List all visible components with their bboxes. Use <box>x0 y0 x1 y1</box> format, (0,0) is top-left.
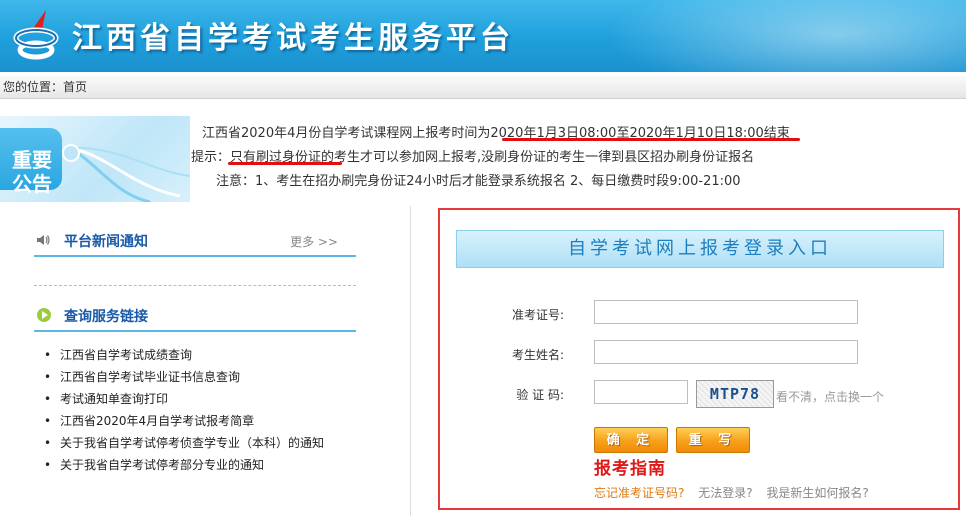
query-link[interactable]: 江西省自学考试毕业证书信息查询 <box>44 366 324 388</box>
login-panel: 自学考试网上报考登录入口 准考证号: 考生姓名: 验 证 码: MTP78 看不… <box>438 208 960 510</box>
student-name-input[interactable] <box>594 340 858 364</box>
login-help-links: 忘记准考证号码? 无法登录? 我是新生如何报名? <box>594 484 879 501</box>
query-link[interactable]: 关于我省自学考试停考侦查学专业（本科）的通知 <box>44 432 324 454</box>
column-divider <box>410 206 411 516</box>
section-divider <box>34 285 356 286</box>
exam-number-label: 准考证号: <box>511 308 564 322</box>
notice-text: 江西省2020年4月份自学考试课程网上报考时间为2020年1月3日08:00至2… <box>150 122 850 194</box>
notice-line-2-rest: 的考生才可以参加网上报考,没刷身份证的考生一律到县区招办刷身份证报名 <box>321 150 755 165</box>
captcha-image[interactable]: MTP78 <box>696 380 774 408</box>
news-section-header: 平台新闻通知 更多 >> <box>34 225 356 257</box>
breadcrumb-home-link[interactable]: 首页 <box>63 76 87 98</box>
ring-icon <box>62 144 80 162</box>
query-link[interactable]: 江西省自学考试成绩查询 <box>44 344 324 366</box>
login-title: 自学考试网上报考登录入口 <box>456 230 944 268</box>
important-notice: 重要公告 江西省2020年4月份自学考试课程网上报考时间为2020年1月3日08… <box>0 110 966 202</box>
notice-line-3: 注意：1、考生在招办刷完身份证24小时后才能登录系统报名 2、每日缴费时段9:0… <box>216 174 741 189</box>
speaker-icon <box>37 235 50 245</box>
underline-period <box>502 138 800 141</box>
breadcrumb: 您的位置：首页 <box>0 76 966 99</box>
breadcrumb-prefix: 您的位置： <box>3 80 64 94</box>
cannot-login-link[interactable]: 无法登录? <box>698 486 752 500</box>
captcha-input[interactable] <box>594 380 688 404</box>
news-section-title: 平台新闻通知 <box>64 234 148 250</box>
notice-line-2-prefix: 提示： <box>191 150 231 165</box>
captcha-refresh-link[interactable]: 看不清，点击换一个 <box>776 388 884 405</box>
exam-guide-link[interactable]: 报考指南 <box>594 454 666 479</box>
query-section-title: 查询服务链接 <box>64 309 148 325</box>
underline-highlight <box>228 162 342 165</box>
query-links-list: 江西省自学考试成绩查询 江西省自学考试毕业证书信息查询 考试通知单查询打印 江西… <box>44 344 324 476</box>
notice-line-1: 江西省2020年4月份自学考试课程网上报考时间为2020年1月3日08:00至2… <box>150 122 850 146</box>
query-link[interactable]: 考试通知单查询打印 <box>44 388 324 410</box>
student-name-label: 考生姓名: <box>511 348 564 362</box>
notice-title: 重要公告 <box>12 148 52 196</box>
query-section-header: 查询服务链接 <box>34 300 356 332</box>
site-header: 江西省自学考试考生服务平台 <box>0 0 966 72</box>
query-section: 查询服务链接 <box>34 300 356 332</box>
notice-line-1-prefix: 江西省2020年4月份自学考试课程网上报考时间为 <box>202 126 491 141</box>
confirm-button[interactable]: 确 定 <box>594 427 668 453</box>
notice-tab: 重要公告 <box>0 128 62 196</box>
site-logo-icon <box>13 10 59 60</box>
forgot-exam-number-link[interactable]: 忘记准考证号码? <box>594 486 684 500</box>
site-title: 江西省自学考试考生服务平台 <box>72 21 514 56</box>
query-link[interactable]: 关于我省自学考试停考部分专业的通知 <box>44 454 324 476</box>
new-student-link[interactable]: 我是新生如何报名? <box>766 486 868 500</box>
query-link[interactable]: 江西省2020年4月自学考试报考简章 <box>44 410 324 432</box>
left-column: 平台新闻通知 更多 >> <box>34 225 356 257</box>
captcha-label: 验 证 码: <box>516 388 564 402</box>
more-news-link[interactable]: 更多 >> <box>290 233 338 250</box>
notice-line-2: 提示：只有刷过身份证的考生才可以参加网上报考,没刷身份证的考生一律到县区招办刷身… <box>150 146 850 170</box>
reset-button[interactable]: 重 写 <box>676 427 750 453</box>
exam-number-input[interactable] <box>594 300 858 324</box>
play-bullet-icon <box>37 308 51 322</box>
